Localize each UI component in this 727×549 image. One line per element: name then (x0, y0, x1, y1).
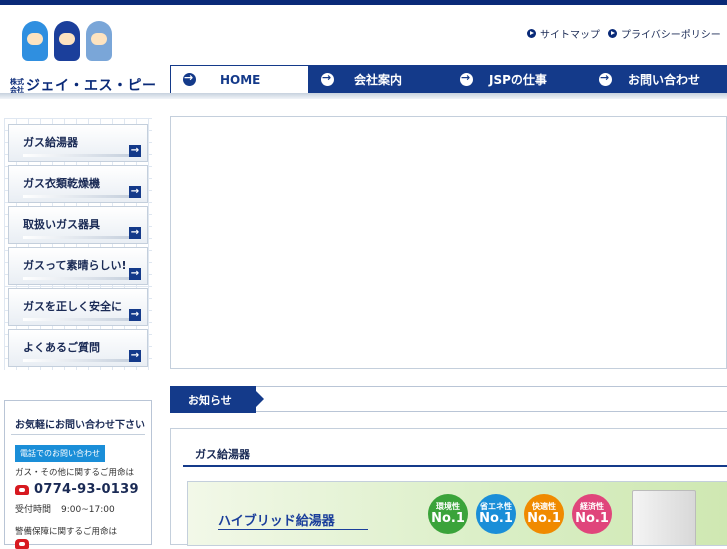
sidebar-item-gas-water-heater[interactable]: ガス給湯器 → (8, 124, 148, 162)
banner-title: ハイブリッド給湯器 (218, 514, 335, 529)
sidebar-item-underline (23, 236, 129, 239)
sidebar-item-label: 取扱いガス器具 (23, 218, 100, 231)
mascot-worker-icon (54, 21, 80, 61)
sitemap-link[interactable]: サイトマップ (527, 26, 600, 41)
sidebar-item-underline (23, 195, 129, 198)
sidebar-item-gas-is-great[interactable]: ガスって素晴らしい! → (8, 247, 148, 285)
arrow-right-icon (460, 71, 473, 86)
nav-jsp-work-label: JSPの仕事 (489, 73, 547, 87)
nav-shadow-divider (0, 93, 727, 99)
hybrid-water-heater-banner[interactable]: ハイブリッド給湯器 環境性 No.1 省エネ性 No.1 快適性 No.1 経済… (187, 481, 727, 546)
arrow-right-icon: → (129, 350, 141, 362)
logo-company-name: ジェイ・エス・ピー (26, 78, 157, 94)
sidebar-item-underline (23, 277, 129, 280)
section-title: ガス給湯器 (195, 448, 250, 461)
badge-environment: 環境性 No.1 (428, 494, 468, 534)
news-bar: お知らせ (170, 386, 727, 413)
sidebar-item-underline (23, 154, 129, 157)
sidebar-menu: ガス給湯器 → ガス衣類乾燥機 → 取扱いガス器具 → ガスって素晴らしい! →… (4, 118, 152, 370)
nav-contact[interactable]: お問い合わせ (587, 65, 727, 94)
badge-rank: No.1 (479, 511, 513, 526)
security-inquiry-note: 警備保障に関するご用命は (15, 527, 118, 537)
contact-title: お気軽にお問い合わせ下さい (15, 420, 145, 431)
nav-home[interactable]: HOME (170, 65, 309, 94)
sidebar-item-label: よくあるご質問 (23, 341, 100, 354)
sidebar-item-label: ガス給湯器 (23, 136, 78, 149)
sidebar-item-gas-dryer[interactable]: ガス衣類乾燥機 → (8, 165, 148, 203)
gas-water-heater-section: ガス給湯器 ハイブリッド給湯器 環境性 No.1 省エネ性 No.1 快適性 N… (170, 428, 727, 546)
contact-box: お気軽にお問い合わせ下さい 電話でのお問い合わせ ガス・その他に関するご用命は … (4, 400, 152, 549)
arrow-right-icon (599, 71, 612, 86)
arrow-right-icon: → (129, 268, 141, 280)
privacy-policy-link[interactable]: プライバシーポリシー (608, 26, 721, 41)
mascot-water-drop-icon (22, 21, 48, 61)
security-phone-number[interactable] (15, 539, 34, 549)
sidebar-item-gas-safety[interactable]: ガスを正しく安全に → (8, 288, 148, 326)
hero-image-area (170, 116, 727, 369)
sidebar-item-label: ガスって素晴らしい! (23, 259, 127, 272)
nav-contact-label: お問い合わせ (628, 73, 701, 87)
nav-company-label: 会社案内 (354, 73, 403, 87)
gas-phone-number-text: 0774-93-0139 (34, 482, 139, 497)
news-label: お知らせ (188, 394, 232, 407)
sidebar-item-underline (23, 318, 129, 321)
sidebar-item-label: ガスを正しく安全に (23, 300, 122, 313)
arrow-right-icon: → (129, 309, 141, 321)
mascot-tool-icon (86, 21, 112, 61)
nav-company[interactable]: 会社案内 (309, 65, 448, 94)
contact-divider (11, 434, 145, 435)
nav-jsp-work[interactable]: JSPの仕事 (448, 65, 587, 94)
gas-inquiry-note: ガス・その他に関するご用命は (15, 468, 135, 478)
business-hours-label: 受付時間 (15, 505, 52, 515)
sidebar-item-underline (23, 359, 129, 362)
badge-comfort: 快適性 No.1 (524, 494, 564, 534)
news-tab[interactable]: お知らせ (170, 386, 264, 413)
badge-rank: No.1 (575, 511, 609, 526)
sidebar-item-faq[interactable]: よくあるご質問 → (8, 329, 148, 367)
gas-phone-number[interactable]: 0774-93-0139 (15, 482, 139, 497)
badge-energy-saving: 省エネ性 No.1 (476, 494, 516, 534)
company-logo[interactable]: 株式会社 ジェイ・エス・ピー (10, 17, 156, 94)
privacy-policy-link-label: プライバシーポリシー (621, 30, 721, 41)
sitemap-link-label: サイトマップ (540, 30, 600, 41)
arrow-right-icon (183, 71, 196, 86)
phone-inquiry-badge: 電話でのお問い合わせ (15, 445, 105, 462)
section-header: ガス給湯器 (183, 441, 727, 467)
nav-home-label: HOME (220, 72, 261, 87)
sidebar-item-label: ガス衣類乾燥機 (23, 177, 100, 190)
logo-company-prefix: 株式会社 (10, 78, 24, 94)
badge-rank: No.1 (431, 511, 465, 526)
arrow-right-icon: → (129, 145, 141, 157)
main-navigation: HOME 会社案内 JSPの仕事 お問い合わせ (170, 65, 727, 94)
telephone-icon (15, 484, 29, 495)
sidebar-item-gas-appliances[interactable]: 取扱いガス器具 → (8, 206, 148, 244)
water-heater-unit-image (632, 490, 696, 545)
badge-economy: 経済性 No.1 (572, 494, 612, 534)
arrow-circle-icon (608, 29, 617, 38)
telephone-icon (15, 539, 29, 549)
business-hours: 受付時間 9:00~17:00 (15, 502, 115, 515)
arrow-right-icon: → (129, 227, 141, 239)
arrow-right-icon (321, 71, 334, 86)
badge-rank: No.1 (527, 511, 561, 526)
business-hours-value: 9:00~17:00 (61, 505, 115, 515)
arrow-circle-icon (527, 29, 536, 38)
banner-underline (218, 529, 368, 530)
arrow-right-icon: → (129, 186, 141, 198)
